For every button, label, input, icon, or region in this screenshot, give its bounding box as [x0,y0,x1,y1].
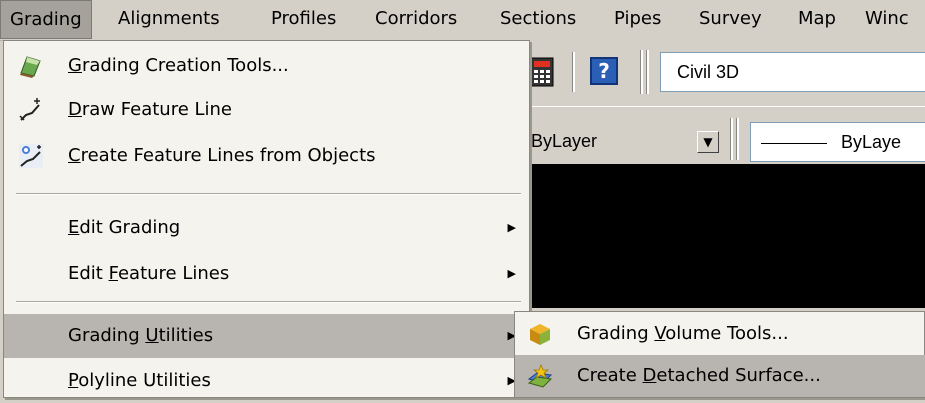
menu-item-create-feature-lines-from-objects[interactable]: Create Feature Lines from Objects [4,134,529,178]
submenu-arrow-icon: ▶ [507,221,516,234]
menu-alignments[interactable]: Alignments [109,0,229,38]
toolbar-grip [736,118,739,160]
menu-survey[interactable]: Survey [690,0,771,38]
menu-separator [16,301,521,303]
create-feature-lines-icon [19,144,43,168]
help-icon[interactable]: ? [590,57,618,85]
grading-menu: Grading Creation Tools... Draw Feature L… [3,40,530,398]
toolbar-separator [572,52,575,92]
menu-item-polyline-utilities[interactable]: Polyline Utilities ▶ [4,359,529,403]
menu-item-grading-creation-tools[interactable]: Grading Creation Tools... [4,44,529,88]
menu-map[interactable]: Map [789,0,845,38]
menu-item-create-detached-surface[interactable]: Create Detached Surface... [515,355,925,397]
menu-sections[interactable]: Sections [491,0,585,38]
linetype-value: ByLaye [841,132,902,152]
menu-item-edit-feature-lines[interactable]: Edit Feature Lines ▶ [4,252,529,296]
volume-tools-icon [530,324,550,345]
draw-feature-line-icon [19,98,40,121]
menu-pipes[interactable]: Pipes [605,0,670,38]
menu-separator [16,193,521,195]
menu-profiles[interactable]: Profiles [262,0,345,38]
drawing-canvas[interactable] [528,164,925,308]
workspace-combo[interactable]: Civil 3D [660,52,925,92]
menu-window[interactable]: Winc [856,0,918,38]
calculator-icon[interactable] [530,57,556,87]
menubar: Grading Alignments Profiles Corridors Se… [0,0,925,41]
menu-item-edit-grading[interactable]: Edit Grading ▶ [4,206,529,250]
toolbar-grip [730,118,733,160]
linetype-combo[interactable]: ByLaye [750,122,925,162]
toolbar-grip [640,50,643,94]
line-sample [761,142,827,144]
menu-item-draw-feature-line[interactable]: Draw Feature Line [4,88,529,132]
grading-tools-icon [20,56,41,78]
grading-utilities-submenu: Grading Volume Tools... Create Detached … [514,311,925,398]
menu-item-grading-volume-tools[interactable]: Grading Volume Tools... [515,313,925,355]
menu-corridors[interactable]: Corridors [366,0,466,38]
submenu-arrow-icon: ▶ [507,267,516,280]
layer-combo[interactable]: ByLayer [528,122,688,162]
detached-surface-icon [527,363,553,388]
menu-grading[interactable]: Grading [0,0,92,39]
menu-item-grading-utilities[interactable]: Grading Utilities ▶ [4,314,529,358]
toolbar-grip [646,50,649,94]
chevron-down-icon[interactable]: ▼ [697,131,719,153]
